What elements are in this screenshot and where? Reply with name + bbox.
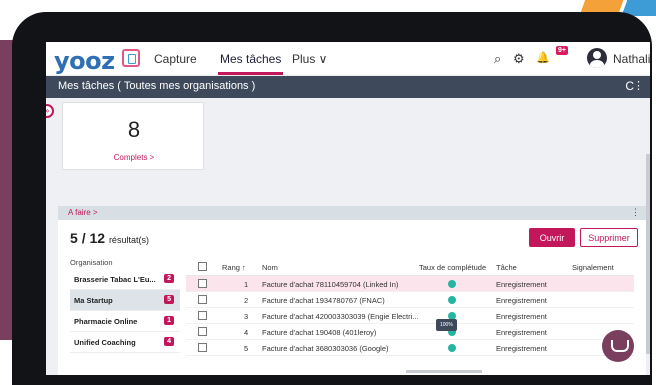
column-signalement[interactable]: Signalement	[572, 263, 614, 272]
column-tache[interactable]: Tâche	[496, 263, 517, 272]
organisation-title: Organisation	[70, 258, 113, 267]
row-checkbox[interactable]	[198, 327, 207, 336]
completion-tooltip: 100%	[436, 319, 457, 331]
org-item-label: Pharmacie Online	[74, 317, 138, 326]
org-item-pharmacie[interactable]: Pharmacie Online 1	[70, 311, 180, 332]
result-count: 5 / 12 résultat(s)	[70, 230, 149, 246]
column-nom[interactable]: Nom	[262, 263, 278, 272]
org-count-badge: 2	[164, 274, 174, 283]
row-tache: Enregistrement	[496, 296, 547, 305]
table-row[interactable]: 4 Facture d'achat 190408 (401leroy) Enre…	[186, 324, 634, 340]
laptop-frame: yooz Capture Mes tâches Plus ∨ ⌕ ⚙ 🔔 9+ …	[12, 12, 652, 385]
completion-dot-icon	[448, 280, 456, 288]
row-rang: 3	[244, 312, 249, 321]
table-row[interactable]: 1 Facture d'achat 78110459704 (Linked In…	[186, 276, 634, 292]
bell-icon[interactable]: 🔔	[536, 51, 550, 64]
app-logo[interactable]: yooz	[54, 47, 115, 75]
app-screen: yooz Capture Mes tâches Plus ∨ ⌕ ⚙ 🔔 9+ …	[46, 42, 650, 375]
top-app-bar: yooz Capture Mes tâches Plus ∨ ⌕ ⚙ 🔔 9+ …	[46, 42, 650, 76]
org-item-label: Brasserie Tabac L'Eu...	[74, 275, 156, 284]
row-checkbox[interactable]	[198, 343, 207, 352]
completion-dot-icon	[448, 344, 456, 352]
supprimer-button[interactable]: Supprimer	[580, 228, 638, 247]
row-tache: Enregistrement	[496, 312, 547, 321]
row-nom: Facture d'achat 1934780767 (FNAC)	[262, 296, 385, 305]
row-tache: Enregistrement	[496, 344, 547, 353]
horizontal-scrollbar[interactable]	[406, 370, 482, 373]
row-checkbox[interactable]	[198, 295, 207, 304]
user-name[interactable]: Nathalie	[613, 52, 650, 66]
stat-value: 8	[127, 117, 141, 142]
org-item-ma-startup[interactable]: Ma Startup 5	[70, 290, 180, 311]
org-count-badge: 4	[164, 337, 174, 346]
avatar[interactable]	[587, 48, 607, 68]
section-header: A faire > ⋮	[58, 206, 646, 220]
tasks-panel: 5 / 12 résultat(s) Ouvrir Supprimer Orga…	[58, 220, 646, 375]
row-rang: 5	[244, 344, 249, 353]
result-current: 5	[70, 230, 78, 246]
tasks-table: Rang ↑ Nom Taux de complétude Tâche Sign…	[186, 258, 634, 356]
row-nom: Facture d'achat 3680303036 (Google)	[262, 344, 389, 353]
table-row[interactable]: 5 Facture d'achat 3680303036 (Google) En…	[186, 340, 634, 356]
column-rang[interactable]: Rang ↑	[222, 263, 246, 272]
nav-capture[interactable]: Capture	[154, 52, 197, 66]
row-nom: Facture d'achat 420003303039 (Engie Elec…	[262, 312, 419, 321]
table-row[interactable]: 3 Facture d'achat 420003303039 (Engie El…	[186, 308, 634, 324]
completion-dot-icon	[448, 296, 456, 304]
row-rang: 4	[244, 328, 249, 337]
complets-link[interactable]: Complets >	[63, 153, 205, 162]
stat-card-complets[interactable]: 8 Complets >	[62, 102, 204, 170]
select-all-checkbox[interactable]	[198, 262, 207, 271]
result-slash: /	[81, 230, 86, 246]
row-nom: Facture d'achat 78110459704 (Linked In)	[262, 280, 399, 289]
row-checkbox[interactable]	[198, 311, 207, 320]
ouvrir-button[interactable]: Ouvrir	[529, 228, 575, 247]
section-menu-icon[interactable]: ⋮	[631, 207, 640, 218]
row-rang: 2	[244, 296, 249, 305]
page-header-band: Mes tâches ( Toutes mes organisations ) …	[46, 76, 650, 98]
nav-plus-menu[interactable]: Plus ∨	[292, 52, 327, 66]
logo-icon	[122, 49, 140, 67]
table-header: Rang ↑ Nom Taux de complétude Tâche Sign…	[186, 258, 634, 276]
column-taux[interactable]: Taux de complétude	[419, 263, 486, 272]
a-faire-link[interactable]: A faire >	[68, 208, 98, 217]
row-rang: 1	[244, 280, 249, 289]
org-item-brasserie[interactable]: Brasserie Tabac L'Eu... 2	[70, 269, 180, 290]
organisation-list: Organisation Brasserie Tabac L'Eu... 2 M…	[70, 258, 180, 353]
org-count-badge: 1	[164, 316, 174, 325]
notification-badge: 9+	[556, 46, 568, 55]
result-total: 12	[89, 230, 106, 246]
page-title: Mes tâches ( Toutes mes organisations )	[58, 80, 256, 92]
table-row[interactable]: 2 Facture d'achat 1934780767 (FNAC) Enre…	[186, 292, 634, 308]
row-tache: Enregistrement	[496, 328, 547, 337]
more-menu-icon[interactable]: ⋮	[633, 79, 644, 92]
vertical-scrollbar[interactable]	[646, 154, 650, 354]
org-count-badge: 5	[164, 295, 174, 304]
row-nom: Facture d'achat 190408 (401leroy)	[262, 328, 377, 337]
gear-icon[interactable]: ⚙	[513, 51, 525, 67]
row-tache: Enregistrement	[496, 280, 547, 289]
search-icon[interactable]: ⌕	[494, 51, 501, 67]
result-suffix: résultat(s)	[108, 235, 149, 245]
row-checkbox[interactable]	[198, 279, 207, 288]
chat-icon[interactable]	[602, 330, 634, 362]
org-item-unified-coaching[interactable]: Unified Coaching 4	[70, 332, 180, 353]
org-item-label: Unified Coaching	[74, 338, 136, 347]
main-content: 8 Complets > A faire > ⋮ 5 / 12 résultat…	[46, 98, 650, 375]
nav-mes-taches[interactable]: Mes tâches	[217, 52, 284, 75]
org-item-label: Ma Startup	[74, 296, 113, 305]
